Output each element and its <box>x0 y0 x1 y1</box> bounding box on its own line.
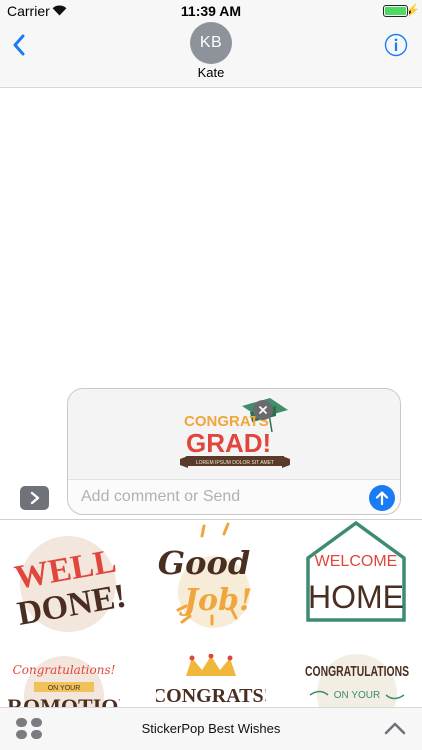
sticker-label: WELCOME <box>315 553 398 570</box>
sticker-preview-line2: GRAD! <box>186 428 271 458</box>
clock: 11:39 AM <box>180 3 242 19</box>
remove-attachment-button[interactable] <box>253 400 273 420</box>
sticker-pack-title: StickerPop Best Wishes <box>141 721 281 736</box>
battery-level <box>385 7 406 15</box>
sticker-welcome-home[interactable]: WELCOME HOME <box>306 520 406 622</box>
contact-avatar[interactable]: KB <box>190 22 232 64</box>
chevron-right-icon <box>30 491 39 505</box>
sticker-label: PROMOTION <box>8 694 120 707</box>
sticker-label: CONGRATULATIONS <box>305 663 409 680</box>
status-bar: Carrier 11:39 AM ⚡ <box>0 0 422 22</box>
expand-apps-button[interactable] <box>20 486 49 510</box>
app-drawer-bar: StickerPop Best Wishes <box>0 707 422 750</box>
sticker-congrats-promotion[interactable]: Congratulations! ON YOUR PROMOTION <box>8 656 120 707</box>
sticker-label: CONGRATS! <box>156 685 266 707</box>
sticker-label: Congratulations! <box>13 663 116 677</box>
sticker-good-job[interactable]: Good Job! <box>158 522 252 628</box>
sticker-label: ON YOUR <box>48 685 81 692</box>
info-button[interactable] <box>384 33 408 57</box>
close-icon <box>259 406 267 414</box>
avatar-initials: KB <box>199 34 223 51</box>
arrow-up-icon <box>375 491 389 506</box>
sticker-label: HOME <box>308 579 404 615</box>
sticker-label: Good <box>158 544 250 582</box>
sticker-label: ON YOUR <box>334 690 381 701</box>
attachment-preview: CONGRATS GRAD! LOREM IPSUM DOLOR SIT AME… <box>68 389 400 480</box>
collapse-drawer-button[interactable] <box>384 720 406 736</box>
compose-field[interactable]: CONGRATS GRAD! LOREM IPSUM DOLOR SIT AME… <box>67 388 401 515</box>
sticker-congratulations-on-your[interactable]: CONGRATULATIONS ON YOUR <box>305 654 409 707</box>
sticker-congrats-grad[interactable]: CONGRATS GRAD! LOREM IPSUM DOLOR SIT AME… <box>180 396 290 476</box>
sticker-preview-ribbon: LOREM IPSUM DOLOR SIT AMET <box>196 460 274 466</box>
comment-input[interactable] <box>81 486 351 508</box>
send-button[interactable] <box>369 485 395 511</box>
sticker-drawer: WELL DONE! Good Job! WELCOME HOME Congra… <box>0 519 422 707</box>
back-button[interactable] <box>8 32 34 58</box>
conversation-header: KB Kate <box>0 22 422 88</box>
sticker-well-done[interactable]: WELL DONE! <box>8 528 126 638</box>
sticker-congrats-crown[interactable]: CONGRATS! <box>156 654 266 707</box>
charging-icon: ⚡ <box>405 3 420 17</box>
chevron-up-icon <box>384 722 406 735</box>
contact-name[interactable]: Kate <box>0 65 422 80</box>
sticker-label: Job! <box>179 583 252 618</box>
